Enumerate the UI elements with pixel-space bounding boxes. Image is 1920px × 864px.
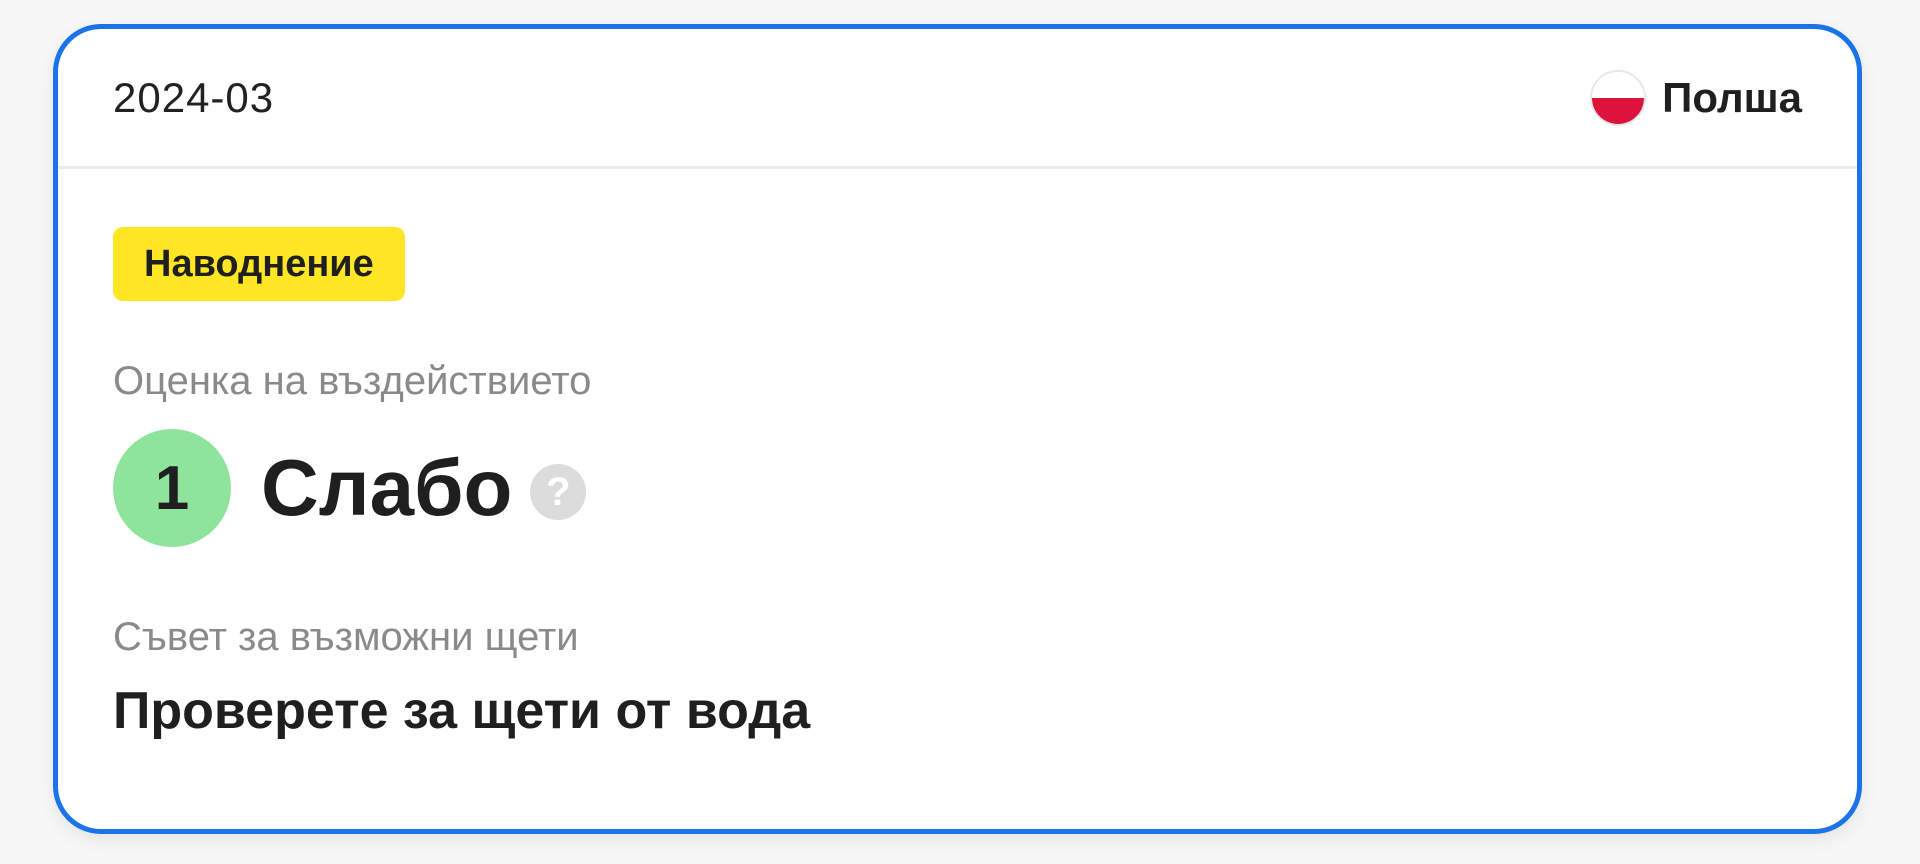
event-type-badge: Наводнение: [113, 227, 405, 301]
advice-label: Съвет за възможни щети: [113, 615, 579, 659]
impact-level-text: Слабо: [261, 443, 513, 532]
card-header: 2024-03 Полша: [58, 29, 1857, 169]
event-date: 2024-03: [113, 73, 275, 121]
impact-card: 2024-03 Полша Наводнение Оценка на възде…: [53, 24, 1862, 834]
country-indicator: Полша: [1590, 69, 1802, 126]
impact-rating-row: 1 Слабо ?: [113, 429, 1802, 547]
question-mark-icon[interactable]: ?: [530, 464, 587, 520]
country-name: Полша: [1662, 73, 1802, 121]
poland-flag-icon: [1590, 69, 1647, 126]
impact-label: Оценка на въздействието: [113, 359, 592, 403]
impact-level-badge: 1: [113, 429, 231, 547]
card-body: Наводнение Оценка на въздействието 1 Сла…: [58, 169, 1857, 737]
advice-text: Проверете за щети от вода: [113, 682, 811, 740]
